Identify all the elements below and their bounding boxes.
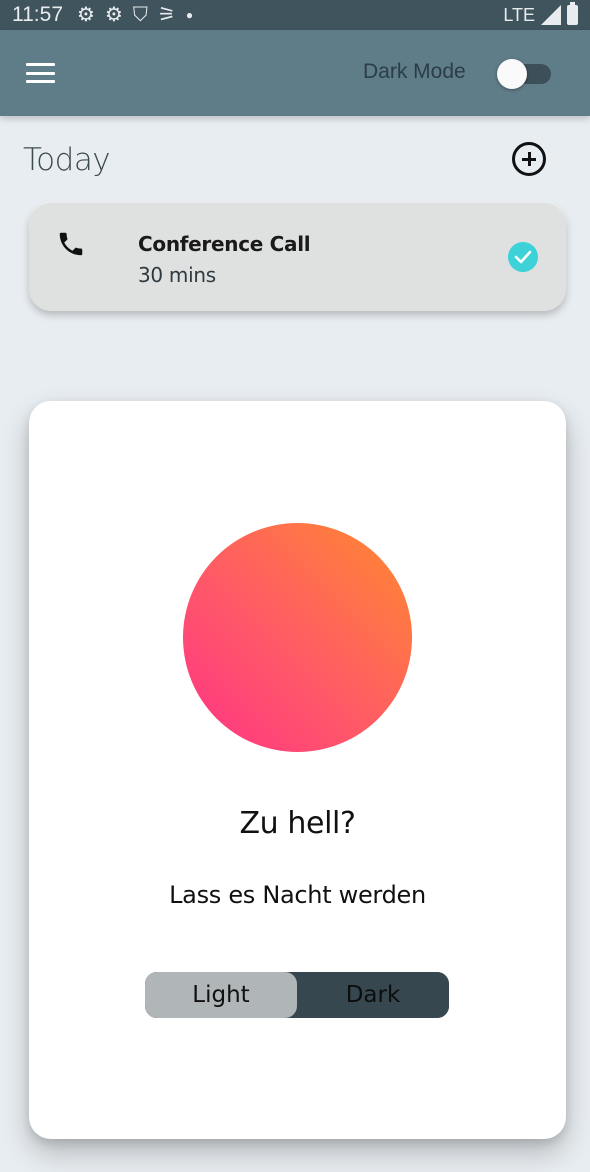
- dark-mode-label: Dark Mode: [363, 60, 466, 83]
- page-title: Today: [23, 142, 111, 178]
- status-icons: ⚙ ⚙ ⛉ ⚞ ●: [77, 5, 193, 25]
- task-title: Conference Call: [138, 232, 311, 256]
- task-card[interactable]: Conference Call 30 mins: [29, 203, 566, 311]
- status-bar: 11:57 ⚙ ⚙ ⛉ ⚞ ● LTE: [0, 0, 590, 30]
- toggle-thumb: [497, 59, 527, 89]
- dark-option-button[interactable]: Dark: [297, 972, 449, 1018]
- dialog-title: Zu hell?: [239, 806, 356, 841]
- task-duration: 30 mins: [138, 263, 216, 287]
- checkmark-icon: [514, 250, 532, 264]
- theme-dialog: Zu hell? Lass es Nacht werden Light Dark: [29, 401, 566, 1139]
- phone-icon: [59, 232, 83, 256]
- signal-icon: [541, 5, 561, 25]
- dot-icon: ●: [185, 8, 194, 22]
- theme-segmented-control: Light Dark: [145, 972, 449, 1018]
- add-task-button[interactable]: [512, 142, 546, 176]
- network-label: LTE: [503, 4, 535, 25]
- gear-icon: ⚙: [77, 4, 95, 26]
- battery-icon: [567, 2, 578, 25]
- dialog-subtitle: Lass es Nacht werden: [169, 881, 426, 909]
- dark-mode-toggle[interactable]: [497, 59, 553, 89]
- status-time: 11:57: [12, 3, 63, 26]
- sun-circle-graphic: [183, 523, 412, 752]
- gear-icon: ⚙: [104, 4, 123, 26]
- menu-icon[interactable]: [26, 63, 55, 83]
- satellite-icon: ⚞: [157, 4, 176, 26]
- check-circle-icon[interactable]: [508, 242, 538, 272]
- shield-icon: ⛉: [132, 4, 148, 26]
- status-right: LTE: [503, 2, 578, 26]
- light-option-button[interactable]: Light: [145, 972, 297, 1018]
- app-bar: Dark Mode: [0, 30, 590, 116]
